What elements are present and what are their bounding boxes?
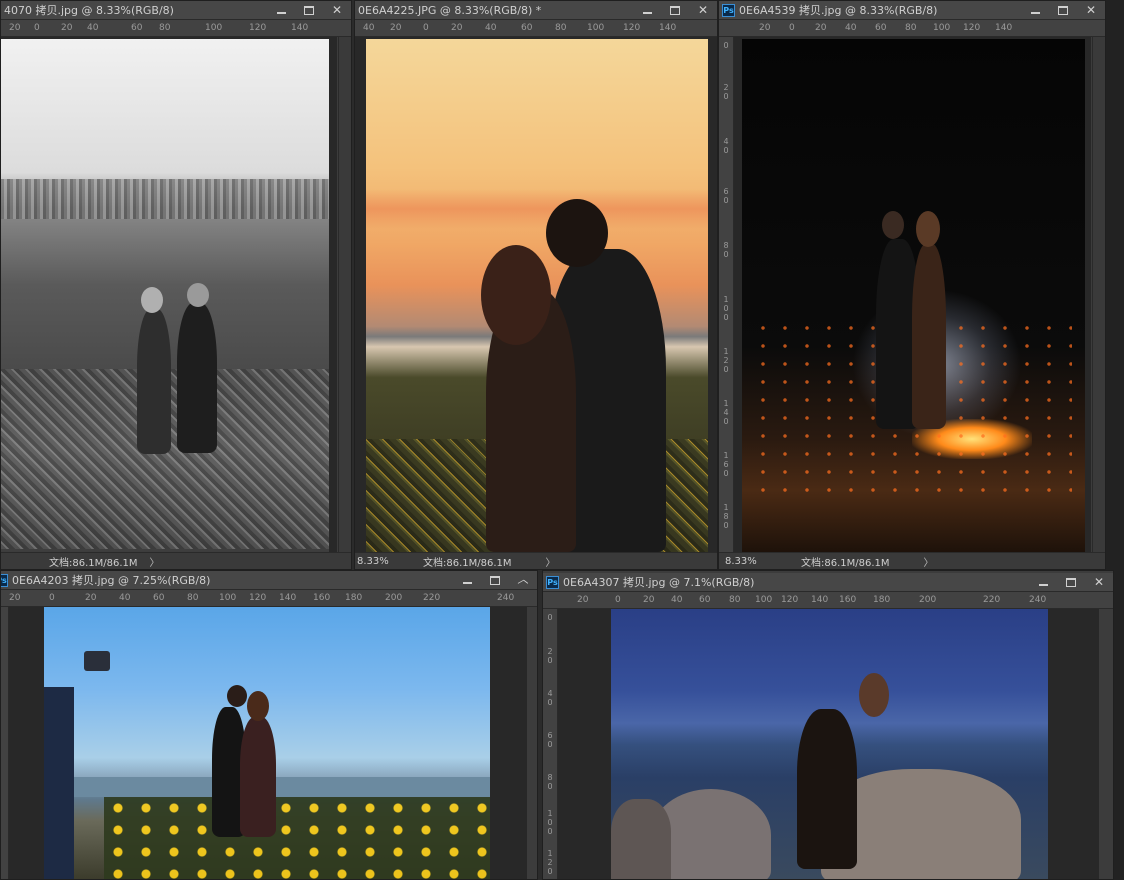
- minimize-icon: [642, 11, 652, 14]
- document-canvas[interactable]: [9, 607, 527, 879]
- photo-couple-bonfire-night: [742, 39, 1085, 552]
- chevron-right-icon[interactable]: 〉: [150, 554, 160, 569]
- minimize-icon: [462, 581, 472, 584]
- window-title-bar[interactable]: Ps 0E6A4307 拷贝.jpg @ 7.1%(RGB/8) ✕: [543, 573, 1113, 592]
- vertical-scrollbar[interactable]: [1092, 37, 1105, 552]
- window-title-bar[interactable]: 0E6A4225.JPG @ 8.33%(RGB/8) * ✕: [355, 1, 717, 20]
- minimize-icon: [1030, 11, 1040, 14]
- window-title-bar[interactable]: Ps 0E6A4203 拷贝.jpg @ 7.25%(RGB/8) ︿: [1, 571, 537, 590]
- vertical-ruler[interactable]: 0 20 40 60 80 100 120 140 160 180: [719, 37, 734, 552]
- maximize-button[interactable]: [661, 1, 689, 19]
- chevron-right-icon[interactable]: 〉: [546, 554, 556, 569]
- close-icon: ✕: [1093, 575, 1105, 589]
- maximize-button[interactable]: [295, 1, 323, 19]
- photoshop-icon: Ps: [546, 575, 559, 589]
- document-window-3[interactable]: Ps 0E6A4539 拷贝.jpg @ 8.33%(RGB/8) ✕ 20 0…: [718, 0, 1106, 570]
- minimize-button[interactable]: [1021, 1, 1049, 19]
- window-title: 0E6A4203 拷贝.jpg @ 7.25%(RGB/8): [12, 574, 211, 587]
- photo-couple-seaside-flowers: [44, 607, 490, 879]
- vertical-ruler[interactable]: 0 20 40 60 80 100 120 140: [543, 609, 558, 879]
- minimize-button[interactable]: [1029, 573, 1057, 591]
- status-bar: 文档:86.1M/86.1M 〉: [1, 552, 351, 569]
- photo-couple-reeds-bw: [1, 39, 329, 552]
- horizontal-ruler[interactable]: 20 0 20 40 60 80 100 120 140: [719, 20, 1105, 37]
- window-title-bar[interactable]: 4070 拷贝.jpg @ 8.33%(RGB/8) ✕: [1, 1, 351, 20]
- maximize-button[interactable]: [481, 571, 509, 589]
- window-title: 0E6A4539 拷贝.jpg @ 8.33%(RGB/8): [739, 4, 938, 17]
- vertical-ruler[interactable]: [1, 607, 9, 879]
- minimize-button[interactable]: [267, 1, 295, 19]
- maximize-icon: [1058, 5, 1068, 15]
- close-button[interactable]: ✕: [1085, 573, 1113, 591]
- close-icon: ✕: [697, 3, 709, 17]
- minimize-button[interactable]: [633, 1, 661, 19]
- maximize-button[interactable]: [1057, 573, 1085, 591]
- document-window-4[interactable]: Ps 0E6A4203 拷贝.jpg @ 7.25%(RGB/8) ︿ 20 0…: [0, 570, 538, 880]
- close-button[interactable]: ✕: [1077, 1, 1105, 19]
- window-title: 0E6A4307 拷贝.jpg @ 7.1%(RGB/8): [563, 576, 755, 589]
- maximize-icon: [304, 5, 314, 15]
- zoom-level[interactable]: 8.33%: [719, 556, 801, 567]
- maximize-icon: [1066, 577, 1076, 587]
- horizontal-ruler[interactable]: 20 0 20 40 60 80 100 120 140: [1, 20, 351, 37]
- vertical-scrollbar[interactable]: [338, 37, 351, 552]
- horizontal-ruler[interactable]: 40 20 0 20 40 60 80 100 120 140: [355, 20, 717, 37]
- status-bar: 8.33% 文档:86.1M/86.1M 〉: [719, 552, 1105, 569]
- chevron-right-icon[interactable]: 〉: [924, 554, 934, 569]
- zoom-level[interactable]: 8.33%: [355, 556, 423, 567]
- chevron-up-icon: ︿: [517, 573, 529, 586]
- photoshop-icon: Ps: [722, 3, 735, 17]
- close-icon: ✕: [1085, 3, 1097, 17]
- horizontal-ruler[interactable]: 20 0 20 40 60 80 100 120 140 160 180 200…: [543, 592, 1113, 609]
- close-icon: ✕: [331, 3, 343, 17]
- close-button[interactable]: ✕: [689, 1, 717, 19]
- maximize-icon: [670, 5, 680, 15]
- photo-woman-rocks-dusk: [611, 609, 1048, 879]
- maximize-icon: [490, 575, 500, 585]
- document-window-5[interactable]: Ps 0E6A4307 拷贝.jpg @ 7.1%(RGB/8) ✕ 20 0 …: [542, 570, 1114, 880]
- document-size-info: 文档:86.1M/86.1M: [423, 557, 512, 569]
- window-title-bar[interactable]: Ps 0E6A4539 拷贝.jpg @ 8.33%(RGB/8) ✕: [719, 1, 1105, 20]
- window-title: 0E6A4225.JPG @ 8.33%(RGB/8) *: [358, 3, 542, 17]
- document-window-2[interactable]: 0E6A4225.JPG @ 8.33%(RGB/8) * ✕ 40 20 0 …: [354, 0, 718, 570]
- collapse-button[interactable]: ︿: [509, 571, 537, 589]
- document-size-info: 文档:86.1M/86.1M: [49, 557, 138, 569]
- minimize-button[interactable]: [453, 571, 481, 589]
- document-canvas[interactable]: [1, 37, 337, 552]
- maximize-button[interactable]: [1049, 1, 1077, 19]
- document-window-1[interactable]: 4070 拷贝.jpg @ 8.33%(RGB/8) ✕ 20 0 20 40 …: [0, 0, 352, 570]
- document-canvas[interactable]: [558, 609, 1099, 879]
- minimize-icon: [276, 11, 286, 14]
- document-canvas[interactable]: [734, 37, 1091, 552]
- horizontal-ruler[interactable]: 20 0 20 40 60 80 100 120 140 160 180 200…: [1, 590, 537, 607]
- minimize-icon: [1038, 583, 1048, 586]
- close-button[interactable]: ✕: [323, 1, 351, 19]
- photo-couple-sunset-kiss: [366, 39, 708, 552]
- photoshop-icon: Ps: [1, 573, 8, 587]
- window-title: 4070 拷贝.jpg @ 8.33%(RGB/8): [4, 4, 174, 17]
- status-bar: 8.33% 文档:86.1M/86.1M 〉: [355, 552, 717, 569]
- document-size-info: 文档:86.1M/86.1M: [801, 557, 890, 569]
- document-canvas[interactable]: [355, 37, 717, 552]
